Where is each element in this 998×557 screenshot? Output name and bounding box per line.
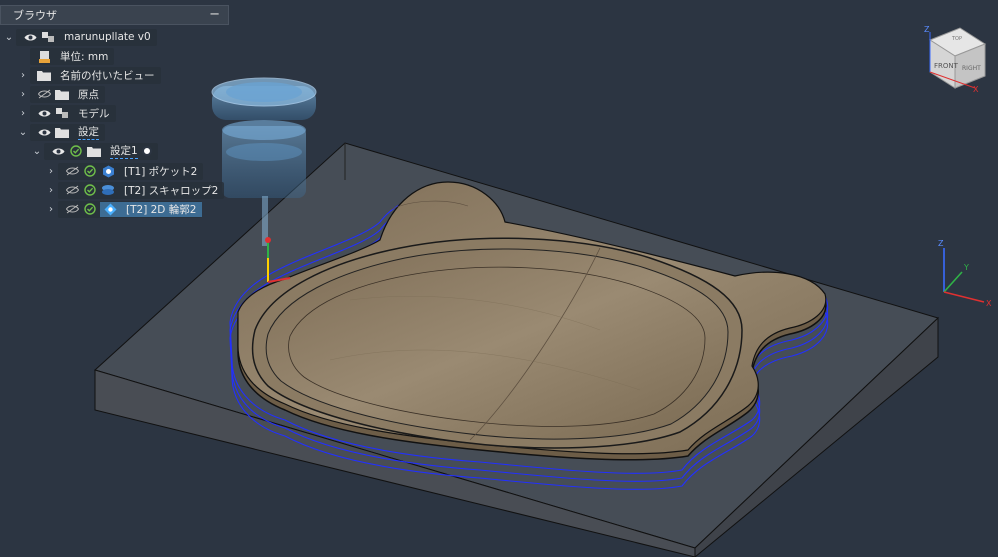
eye-hidden-icon[interactable] — [64, 164, 80, 178]
viewcube-right-label: RIGHT — [962, 65, 981, 72]
view-cube[interactable]: FRONT RIGHT TOP Z X — [924, 25, 987, 94]
chevron-down-icon[interactable]: ⌄ — [30, 146, 44, 157]
3d-viewport[interactable]: FRONT RIGHT TOP Z X Z Y X — [0, 0, 998, 557]
eye-icon[interactable] — [36, 106, 52, 120]
eye-icon[interactable] — [36, 125, 52, 139]
op-scallop-label: [T2] スキャロップ2 — [124, 184, 219, 197]
active-setup-icon — [141, 146, 152, 156]
units-label: 単位: mm — [60, 50, 109, 63]
root-label: marunupllate v0 — [64, 31, 151, 43]
tree-root[interactable]: ⌄ marunupllate v0 — [2, 28, 157, 46]
chevron-down-icon[interactable]: ⌄ — [16, 127, 30, 138]
tree-named-views[interactable]: › 名前の付いたビュー — [16, 66, 161, 84]
folder-icon — [86, 144, 102, 158]
origin-label: 原点 — [78, 88, 99, 101]
document-icon — [36, 49, 52, 63]
eye-hidden-icon[interactable] — [64, 202, 80, 216]
setups-label: 設定 — [78, 126, 99, 140]
collapse-button[interactable]: − — [209, 7, 220, 22]
viewcube-front-label: FRONT — [934, 62, 959, 70]
check-circle-icon — [82, 202, 98, 216]
axis-triad: Z Y X — [938, 239, 992, 308]
check-circle-icon — [68, 144, 84, 158]
check-circle-icon — [82, 164, 98, 178]
chevron-right-icon[interactable]: › — [16, 89, 30, 100]
eye-hidden-icon[interactable] — [36, 87, 52, 101]
op-pocket-label: [T1] ポケット2 — [124, 165, 198, 178]
chevron-down-icon[interactable]: ⌄ — [2, 32, 16, 43]
model-label: モデル — [78, 107, 110, 120]
viewcube-z-label: Z — [924, 25, 930, 34]
chevron-right-icon[interactable]: › — [44, 204, 58, 215]
folder-icon — [54, 125, 70, 139]
eye-hidden-icon[interactable] — [64, 183, 80, 197]
chevron-right-icon[interactable]: › — [16, 70, 30, 81]
op-contour-label: [T2] 2D 輪郭2 — [126, 203, 197, 216]
tree-units[interactable]: 単位: mm — [30, 47, 115, 65]
chevron-right-icon[interactable]: › — [44, 185, 58, 196]
setup1-label: 設定1 — [110, 145, 138, 159]
eye-icon[interactable] — [50, 144, 66, 158]
named-views-label: 名前の付いたビュー — [60, 69, 155, 82]
scallop-op-icon — [100, 183, 116, 197]
folder-icon — [36, 68, 52, 82]
tree-op-scallop[interactable]: › [T2] スキャロップ2 — [44, 181, 225, 199]
triad-y-label: Y — [963, 263, 969, 272]
browser-title: ブラウザ — [13, 9, 57, 22]
viewcube-top-label: TOP — [951, 36, 962, 42]
tree-model[interactable]: › モデル — [16, 104, 116, 122]
component-icon — [54, 106, 70, 120]
eye-icon[interactable] — [22, 30, 38, 44]
tree-op-pocket[interactable]: › [T1] ポケット2 — [44, 162, 204, 180]
pocket-op-icon — [100, 164, 116, 178]
browser-header[interactable]: ブラウザ − — [0, 5, 229, 25]
triad-x-label: X — [986, 299, 992, 308]
viewcube-x-label: X — [973, 85, 979, 94]
tree-setups[interactable]: ⌄ 設定 — [16, 123, 105, 141]
folder-icon — [54, 87, 70, 101]
tree-setup1[interactable]: ⌄ 設定1 — [30, 142, 158, 160]
check-circle-icon — [82, 183, 98, 197]
tree-op-contour[interactable]: › [T2] 2D 輪郭2 — [44, 200, 203, 218]
chevron-right-icon[interactable]: › — [44, 166, 58, 177]
contour-op-icon — [102, 202, 118, 216]
selected-op[interactable]: [T2] 2D 輪郭2 — [100, 201, 203, 217]
triad-z-label: Z — [938, 239, 944, 248]
component-icon — [40, 30, 56, 44]
tree-origin[interactable]: › 原点 — [16, 85, 105, 103]
chevron-right-icon[interactable]: › — [16, 108, 30, 119]
